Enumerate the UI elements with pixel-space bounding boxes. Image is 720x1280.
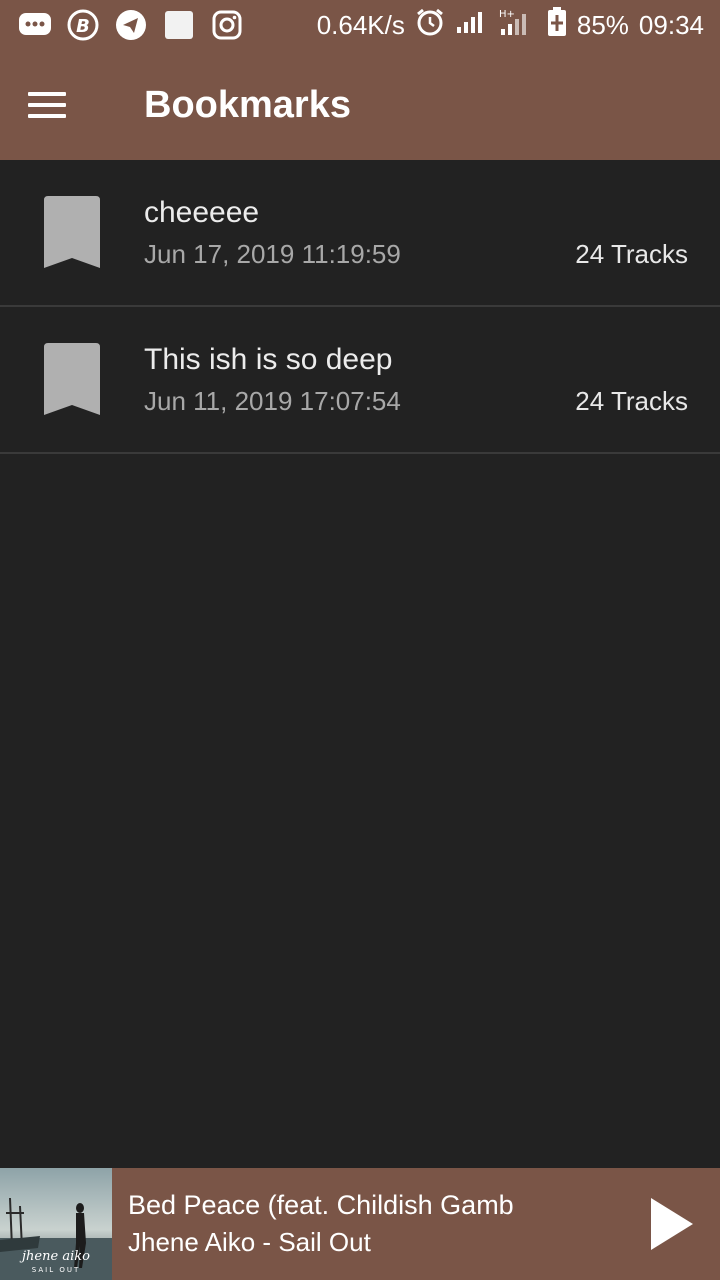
signal-icon [455,9,487,42]
status-bar: B 0.64K/s H+ 85% 09:34 [0,0,720,50]
bookmark-icon [44,343,100,415]
bookmark-track-count: 24 Tracks [575,386,688,416]
bookmark-date: Jun 11, 2019 17:07:54 [144,386,401,416]
clock: 09:34 [638,9,704,40]
hamburger-menu-icon[interactable] [28,77,84,133]
album-art-caption: jhene aiko [19,1249,90,1264]
telegram-icon [114,8,148,42]
bookmark-track-count: 24 Tracks [575,239,688,269]
bookmark-name: This ish is so deep [144,343,393,376]
network-speed: 0.64K/s [316,9,405,40]
status-right: 0.64K/s H+ 85% 09:34 [316,6,720,44]
now-playing-bar[interactable]: jhene aiko SAIL OUT Bed Peace (feat. Chi… [0,1168,720,1280]
bookmark-date: Jun 17, 2019 11:19:59 [144,239,401,269]
battery-percent: 85% [576,9,629,40]
instagram-icon [210,8,244,42]
bookmark-row[interactable]: This ish is so deep Jun 11, 2019 17:07:5… [0,307,720,454]
alarm-icon [415,7,445,44]
battery-charging-icon [547,6,567,44]
bookmark-icon [44,196,100,268]
notification-icons: B [0,8,244,42]
svg-text:H+: H+ [499,9,515,20]
blank-app-icon [162,8,196,42]
page-title: Bookmarks [144,83,351,126]
track-artist: Jhene Aiko - Sail Out [128,1227,371,1257]
track-title: Bed Peace (feat. Childish Gamb [128,1190,514,1220]
signal-h-plus-icon: H+ [497,7,537,44]
bookmark-name: cheeeee [144,196,260,229]
messages-icon [18,8,52,42]
now-playing-info[interactable]: Bed Peace (feat. Childish Gamb Jhene Aik… [128,1190,642,1258]
play-icon[interactable] [642,1184,702,1264]
bookmark-row[interactable]: cheeeee Jun 17, 2019 11:19:59 24 Tracks [0,160,720,307]
album-art[interactable]: jhene aiko SAIL OUT [0,1168,112,1280]
album-art-subcaption: SAIL OUT [32,1266,80,1274]
app-bar: Bookmarks [0,50,720,160]
bitcoin-icon: B [66,8,100,42]
bookmark-list: cheeeee Jun 17, 2019 11:19:59 24 Tracks … [0,160,720,454]
svg-text:B: B [76,16,90,37]
